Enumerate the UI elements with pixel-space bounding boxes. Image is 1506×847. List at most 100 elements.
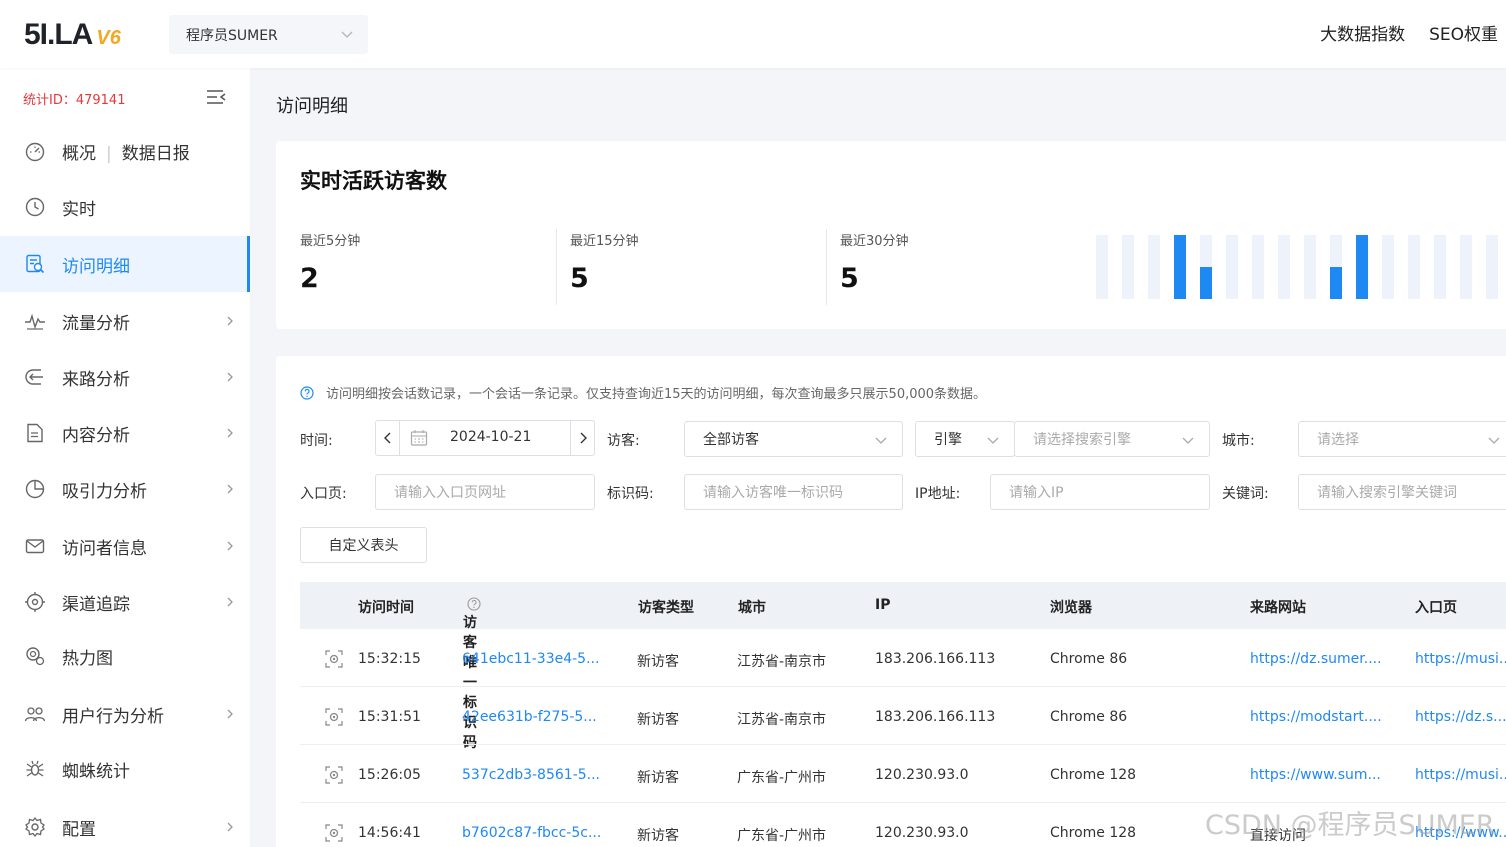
cell-referrer[interactable]: https://www.sum... [1250,767,1381,783]
pie-icon [25,479,45,499]
cell-visitor-id[interactable]: 641ebc11-33e4-5... [462,651,599,667]
entry-page-placeholder: 请输入入口页网址 [394,485,506,501]
cell-browser: Chrome 86 [1050,709,1128,725]
cell-browser: Chrome 128 [1050,825,1137,841]
cell-entry-page[interactable]: https://musi... [1415,651,1506,667]
view-detail-icon[interactable] [324,823,344,843]
realtime-title: 实时活跃访客数 [300,169,447,193]
realtime-card: 实时活跃访客数 最近5分钟 2 最近15分钟 5 最近30分钟 5 [276,141,1506,329]
table-row[interactable]: 15:26:05 537c2db3-8561-5... 新访客 广东省-广州市 120.… [300,745,1506,803]
site-select-value: 程序员SUMER [186,27,278,44]
bar[interactable] [1200,267,1212,299]
sidebar-item-label: 概况 [62,143,96,164]
sidebar-item-spider[interactable]: 蜘蛛统计 [0,741,250,797]
prev-day-button[interactable] [376,421,400,455]
bar[interactable] [1174,235,1186,299]
visitor-id-placeholder: 请输入访客唯一标识码 [703,485,843,501]
cell-city: 江苏省-南京市 [737,654,827,670]
visit-detail-card: 访问明细按会话数记录，一个会话一条记录。仅支持查询近15天的访问明细，每次查询最… [276,356,1506,847]
sidebar-item-visit-detail[interactable]: 访问明细 [0,236,250,292]
help-circle-icon[interactable] [467,597,481,611]
table-row[interactable]: 15:32:15 641ebc11-33e4-5... 新访客 江苏省-南京市 183.… [300,629,1506,687]
notice-text: 访问明细按会话数记录，一个会话一条记录。仅支持查询近15天的访问明细，每次查询最… [326,387,987,402]
custom-header-button[interactable]: 自定义表头 [300,527,427,563]
cell-ip: 120.230.93.0 [875,825,969,841]
col-visit-time[interactable]: 访问时间 [358,597,414,617]
sidebar-item-source[interactable]: 来路分析 [0,349,250,405]
sidebar-item-user-behavior[interactable]: 用户行为分析 [0,686,250,742]
sidebar-item-config[interactable]: 配置 [0,799,250,847]
cell-visitor-type: 新访客 [637,828,679,844]
cell-referrer[interactable]: https://dz.sumer.... [1250,651,1382,667]
view-detail-icon[interactable] [324,649,344,669]
table-row[interactable]: 15:31:51 42ee631b-f275-5... 新访客 江苏省-南京市 183.… [300,687,1506,745]
link-seo-weight[interactable]: SEO权重 [1429,20,1498,45]
chevron-down-icon [341,31,353,38]
col-entry-page[interactable]: 入口页 [1415,597,1457,617]
bar-track [1434,235,1446,299]
view-detail-icon[interactable] [324,707,344,727]
bar-track [1408,235,1420,299]
id-label: 标识码: [607,486,654,502]
col-visitor-id[interactable]: 访客唯一标识码 [463,597,481,751]
sidebar-item-visitor-info[interactable]: 访问者信息 [0,518,250,574]
entry-page-input[interactable]: 请输入入口页网址 [375,474,595,510]
sidebar-item-realtime[interactable]: 实时 [0,179,250,235]
col-city[interactable]: 城市 [738,597,766,617]
sidebar-item-overview[interactable]: 概况 | 数据日报 [0,123,250,179]
stat-id: 统计ID：479141 [23,93,126,108]
col-referrer[interactable]: 来路网站 [1250,597,1306,617]
sidebar-item-label: 流量分析 [62,313,130,334]
site-select[interactable]: 程序员SUMER [169,15,368,54]
bar[interactable] [1330,267,1342,299]
visitor-id-input[interactable]: 请输入访客唯一标识码 [684,474,903,510]
cell-city: 广东省-广州市 [737,828,827,844]
cell-browser: Chrome 128 [1050,767,1137,783]
col-ip[interactable]: IP [875,597,890,613]
search-engine-select[interactable]: 请选择搜索引擎 [1014,421,1210,457]
link-big-data-index[interactable]: 大数据指数 [1320,20,1405,45]
pulse-icon [25,313,45,330]
keyword-input[interactable]: 请输入搜索引擎关键词 [1298,474,1506,510]
cell-visitor-id[interactable]: b7602c87-fbcc-5c... [462,825,601,841]
date-picker[interactable]: 2024-10-21 [375,420,595,456]
next-day-button[interactable] [570,421,594,455]
logo[interactable]: 5I.LA V6 [24,18,121,52]
bar-track [1148,235,1160,299]
top-header: 5I.LA V6 程序员SUMER 大数据指数 SEO权重 [0,0,1506,68]
chevron-right-icon [227,484,233,494]
menu-collapse-icon[interactable] [205,88,227,106]
cell-entry-page[interactable]: https://dz.s... [1415,709,1506,725]
cell-visitor-id[interactable]: 42ee631b-f275-5... [462,709,597,725]
chevron-right-icon [227,541,233,551]
sidebar-item-heatmap[interactable]: 热力图 [0,628,250,684]
bar[interactable] [1356,235,1368,299]
chevron-right-icon [227,428,233,438]
sidebar-item-label: 来路分析 [62,369,130,390]
document-icon [27,423,43,443]
sidebar-item-channel[interactable]: 渠道追踪 [0,574,250,630]
engine-type-select[interactable]: 引擎 [915,421,1015,457]
dashboard-icon [25,142,45,162]
sidebar-item-daily-report[interactable]: 数据日报 [122,144,190,164]
sidebar-item-traffic[interactable]: 流量分析 [0,293,250,349]
metric-15min: 最近15分钟 5 [570,230,639,294]
col-browser[interactable]: 浏览器 [1050,597,1092,617]
help-circle-icon [300,385,314,400]
visitor-select[interactable]: 全部访客 [684,421,903,457]
ip-input[interactable]: 请输入IP [990,474,1210,510]
chevron-left-icon [383,432,390,444]
cell-referrer[interactable]: https://modstart.... [1250,709,1382,725]
chevron-right-icon [227,822,233,832]
col-visitor-type[interactable]: 访客类型 [638,597,694,617]
logo-version: V6 [96,27,121,49]
sidebar-item-attraction[interactable]: 吸引力分析 [0,461,250,517]
cell-visitor-id[interactable]: 537c2db3-8561-5... [462,767,600,783]
city-select[interactable]: 请选择 [1298,421,1506,457]
metric-value: 5 [840,263,859,294]
cell-entry-page[interactable]: https://musi... [1415,767,1506,783]
sidebar-item-content[interactable]: 内容分析 [0,405,250,461]
view-detail-icon[interactable] [324,765,344,785]
metric-label: 最近15分钟 [570,234,639,249]
sidebar-item-label: 访问者信息 [62,538,147,559]
